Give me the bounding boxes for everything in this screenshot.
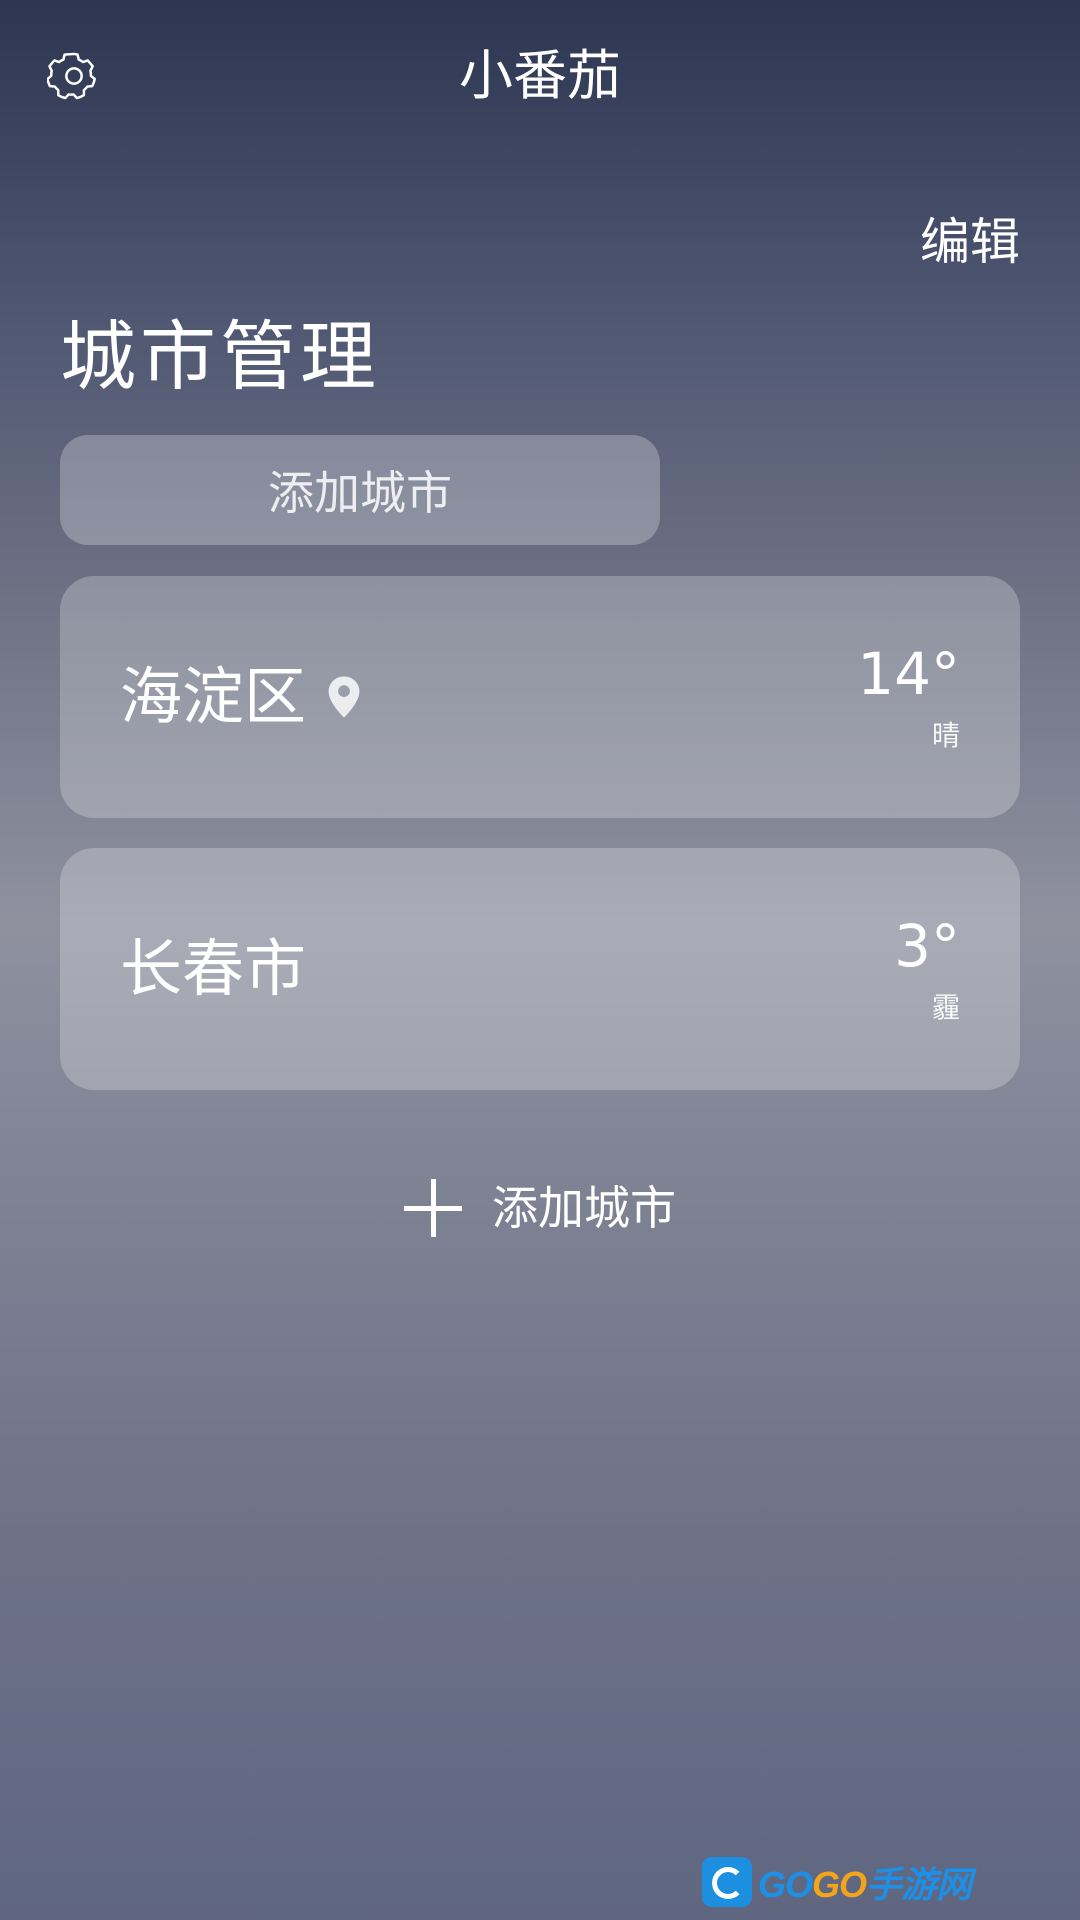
- watermark-part2: GO: [812, 1864, 867, 1905]
- app-title: 小番茄: [459, 44, 621, 107]
- edit-button[interactable]: 编辑: [920, 210, 1020, 274]
- location-pin-icon: [328, 676, 360, 718]
- watermark-part3: 手游网: [866, 1864, 972, 1905]
- watermark-icon: [702, 1857, 752, 1907]
- city-name: 长春市: [120, 932, 307, 1005]
- add-city-link[interactable]: 添加城市: [0, 1178, 1080, 1238]
- add-city-label: 添加城市: [268, 466, 452, 520]
- city-name: 海淀区: [120, 660, 307, 733]
- temperature: 14°: [857, 640, 960, 708]
- page-title: 城市管理: [60, 312, 380, 401]
- weather-condition: 晴: [931, 719, 960, 752]
- add-city-button[interactable]: 添加城市: [60, 435, 660, 545]
- weather-condition: 霾: [931, 991, 960, 1024]
- watermark-text: GOGO手游网: [758, 1856, 972, 1908]
- add-city-link-label: 添加城市: [492, 1181, 676, 1235]
- watermark-part1: GO: [758, 1864, 813, 1905]
- city-card-changchun[interactable]: 长春市 3° 霾: [60, 848, 1020, 1090]
- plus-icon: [404, 1179, 462, 1237]
- temperature: 3°: [894, 912, 960, 980]
- watermark-logo: GOGO手游网: [702, 1856, 972, 1908]
- city-card-haidian[interactable]: 海淀区 14° 晴: [60, 576, 1020, 818]
